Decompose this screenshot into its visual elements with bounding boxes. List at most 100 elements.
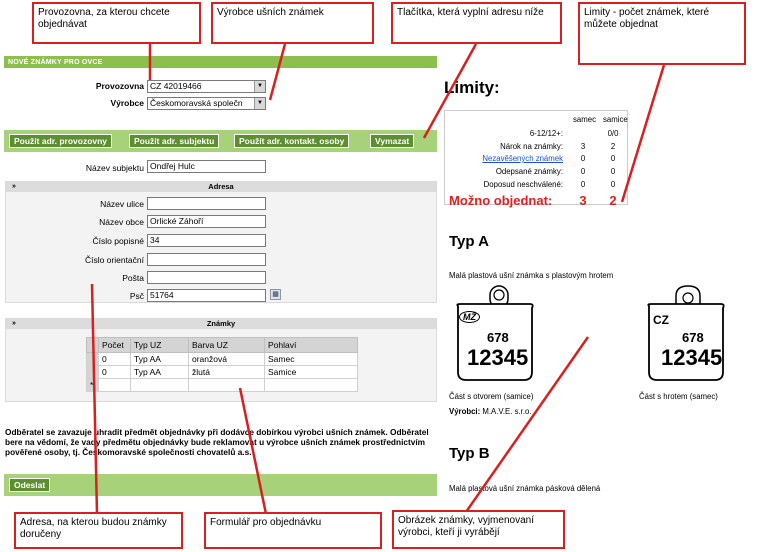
limits-title: Limity: (444, 78, 500, 97)
use-provozovna-address-button[interactable]: Použít adr. provozovny (9, 134, 113, 148)
limits-samec-value: 3 (580, 142, 586, 151)
posta-label: Pošta (122, 273, 144, 283)
limits-row: Nezavěšených známek 0 0 (445, 154, 629, 165)
address-buttons-bar: Použít adr. provozovny Použít adr. subje… (4, 130, 437, 152)
form-title: Nové známky pro ovce (8, 59, 103, 66)
dropdown-arrow-icon[interactable]: ▼ (254, 98, 265, 109)
limits-row-label: 6-12/12+: (529, 129, 563, 138)
limits-header-row: samec samice (445, 115, 629, 126)
column-header[interactable]: Barva UZ (188, 337, 265, 353)
row-header-cell[interactable] (86, 352, 99, 366)
use-contact-address-button[interactable]: Použít adr. kontakt. osoby (234, 134, 350, 148)
table-cell[interactable]: Typ AA (130, 352, 189, 366)
tag-big-number: 12345 (467, 345, 529, 370)
manufacturers: Výrobci: M.A.V.E. s.r.o. (449, 407, 532, 416)
limits-samec-value: 0 (580, 167, 586, 176)
unhung-tags-link[interactable]: Nezavěšených známek (482, 154, 563, 163)
collapse-icon[interactable]: » (12, 319, 16, 329)
psc-input[interactable]: 51764 (147, 289, 266, 302)
callout-form: Formulář pro objednávku (204, 512, 382, 549)
tag-small-number: 678 (682, 330, 704, 345)
column-header[interactable]: Počet (98, 337, 131, 353)
posta-input[interactable] (147, 271, 266, 284)
obec-label: Název obce (99, 217, 144, 227)
orientacni-label: Číslo orientační (84, 255, 144, 265)
tag-caption-male: Část s hrotem (samec) (639, 392, 718, 401)
table-header-row: Počet Typ UZ Barva UZ Pohlaví (86, 337, 358, 353)
column-header[interactable]: Pohlaví (264, 337, 358, 353)
type-a-title: Typ A (449, 233, 489, 250)
limits-panel: samec samice 6-12/12+: 0/0 Nárok na znám… (444, 110, 629, 208)
table-cell[interactable] (188, 378, 265, 392)
use-subject-address-button[interactable]: Použít adr. subjektu (129, 134, 220, 148)
table-cell[interactable]: oranžová (188, 352, 265, 366)
provozovna-label: Provozovna (95, 81, 144, 91)
collapse-icon[interactable]: » (12, 182, 16, 192)
tag-big-number: 12345 (661, 345, 723, 370)
limits-samice-value: 0 (610, 167, 616, 176)
table-cell[interactable]: žlutá (188, 365, 265, 379)
orientacni-input[interactable] (147, 253, 266, 266)
limits-row: Doposud neschválené: 0 0 (445, 180, 629, 191)
limits-row-label: Odepsané známky: (495, 167, 563, 176)
col-samec: samec (573, 115, 596, 124)
country-code: CZ (653, 313, 669, 327)
address-section-header[interactable]: » Adresa (6, 182, 436, 192)
can-order-label: Možno objednat: (449, 193, 553, 208)
submit-button[interactable]: Odeslat (9, 478, 51, 492)
popisne-input[interactable]: 34 (147, 234, 266, 247)
nazev-subjektu-input[interactable]: Ondřej Hulc (147, 160, 266, 173)
ulice-input[interactable] (147, 197, 266, 210)
callout-tag-image: Obrázek známky, vyjmenovaní výrobci, kte… (392, 510, 565, 549)
address-section-title: Adresa (208, 182, 234, 191)
limits-samec-value: 0 (580, 154, 586, 163)
table-cell[interactable]: 0 (98, 352, 131, 366)
ulice-label: Název ulice (100, 199, 144, 209)
vyrobce-select[interactable]: Českomoravská společn ▼ (147, 97, 266, 110)
dropdown-arrow-icon[interactable]: ▼ (254, 81, 265, 92)
table-row[interactable]: 0 Typ AA žlutá Samice (86, 365, 358, 379)
popisne-label: Číslo popisné (92, 236, 144, 246)
table-cell[interactable]: Samec (264, 352, 358, 366)
lookup-icon[interactable]: ▦ (270, 289, 281, 300)
callout-vyrobce: Výrobce ušních známek (211, 2, 374, 44)
row-header-cell[interactable] (86, 365, 99, 379)
limits-row: 6-12/12+: 0/0 (445, 129, 629, 140)
tags-table: Počet Typ UZ Barva UZ Pohlaví 0 Typ AA o… (86, 337, 358, 392)
clear-button[interactable]: Vymazat (370, 134, 415, 148)
manufacturers-value: M.A.V.E. s.r.o. (482, 407, 532, 416)
type-b-description: Malá plastová ušní známka pásková dělená (449, 484, 601, 493)
table-cell[interactable] (130, 378, 189, 392)
callout-buttons: Tlačítka, která vyplní adresu níže (391, 2, 562, 44)
provozovna-select[interactable]: CZ 42019466 ▼ (147, 80, 266, 93)
limits-row-label: Doposud neschválené: (483, 180, 563, 189)
form-title-bar: Nové známky pro ovce (4, 56, 437, 68)
tag-small-number: 678 (487, 330, 509, 345)
submit-bar: Odeslat (4, 474, 437, 496)
limits-row: Odepsané známky: 0 0 (445, 167, 629, 178)
obec-input[interactable]: Orlické Záhoří (147, 215, 266, 228)
manufacturers-label: Výrobci: (449, 407, 481, 416)
table-cell[interactable]: 0 (98, 365, 131, 379)
table-new-row[interactable]: * (86, 378, 358, 392)
tags-section-header[interactable]: » Známky (6, 319, 436, 329)
new-row-marker[interactable]: * (86, 378, 99, 392)
table-cell[interactable]: Typ AA (130, 365, 189, 379)
limits-samice-value: 0/0 (607, 129, 619, 138)
table-cell[interactable]: Samice (264, 365, 358, 379)
psc-label: Psč (129, 291, 144, 301)
row-header-cell (86, 337, 99, 353)
table-cell[interactable] (98, 378, 131, 392)
limits-samice-value: 0 (610, 154, 616, 163)
callout-address: Adresa, na kterou budou známky doručeny (14, 512, 183, 549)
table-row[interactable]: 0 Typ AA oranžová Samec (86, 352, 358, 366)
tags-section-title: Známky (206, 319, 236, 328)
table-cell[interactable] (264, 378, 358, 392)
limits-row-label: Nárok na známky: (500, 142, 563, 151)
nazev-subjektu-label: Název subjektu (85, 163, 144, 173)
type-a-description: Malá plastová ušní známka s plastovým hr… (449, 271, 614, 280)
terms-note: Odběratel se zavazuje uhradit předmět ob… (5, 427, 429, 457)
column-header[interactable]: Typ UZ (130, 337, 189, 353)
callout-limits: Limity - počet známek, které můžete obje… (578, 2, 746, 65)
manufacturer-logo: MŽ (459, 311, 480, 323)
